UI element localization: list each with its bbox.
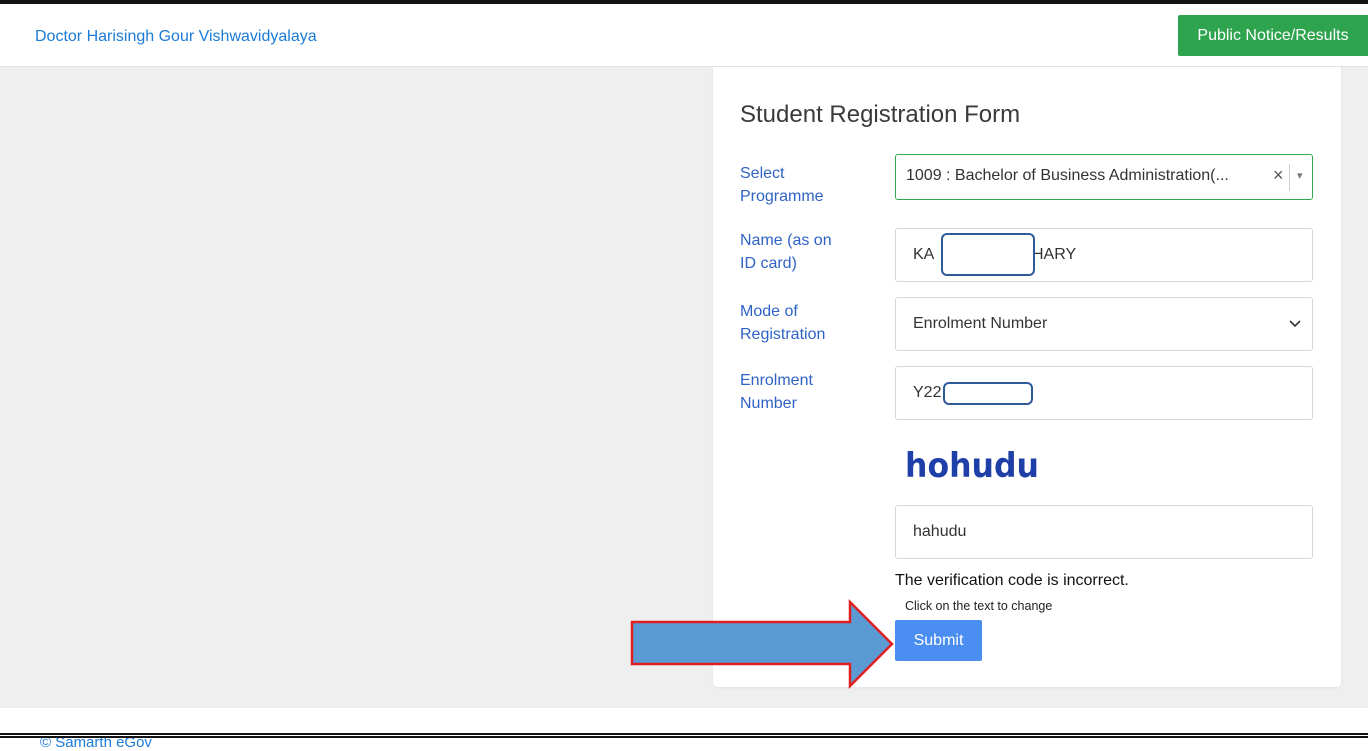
navbar: Doctor Harisingh Gour Vishwavidyalaya Pu… (0, 4, 1368, 67)
arrow-annotation-icon (630, 598, 894, 690)
public-notice-results-button[interactable]: Public Notice/Results (1178, 15, 1368, 56)
brand-link[interactable]: Doctor Harisingh Gour Vishwavidyalaya (35, 28, 317, 46)
captcha-image[interactable]: hohudu (905, 444, 1045, 484)
enrolment-input[interactable]: Y22 (895, 366, 1313, 420)
captcha-input[interactable]: hahudu (895, 505, 1313, 559)
name-label: Name (as on ID card) (740, 232, 832, 272)
clear-selection-icon[interactable]: × (1273, 165, 1284, 186)
captcha-hint: Click on the text to change (905, 599, 1053, 613)
programme-selected-value: 1009 : Bachelor of Business Administrati… (906, 167, 1229, 184)
chevron-down-icon (1289, 320, 1301, 328)
bottom-border (0, 733, 1368, 738)
captcha-text: hohudu (905, 446, 1039, 484)
name-value-start: KA (913, 246, 935, 263)
captcha-error-message: The verification code is incorrect. (895, 572, 1129, 589)
enrolment-value-start: Y22 (913, 384, 942, 401)
name-input[interactable]: KA HARY (895, 228, 1313, 282)
mode-selected-value: Enrolment Number (913, 315, 1048, 332)
redaction-box (941, 233, 1035, 276)
submit-button[interactable]: Submit (895, 620, 982, 661)
programme-select[interactable]: 1009 : Bachelor of Business Administrati… (895, 154, 1313, 200)
programme-label: Select Programme (740, 165, 824, 205)
select-divider (1289, 164, 1290, 191)
caret-down-icon[interactable]: ▾ (1297, 169, 1303, 182)
mode-label: Mode of Registration (740, 303, 826, 343)
captcha-input-value: hahudu (913, 523, 967, 540)
registration-card: Student Registration Form Select Program… (713, 67, 1341, 687)
enrolment-label: Enrolment Number (740, 372, 813, 412)
name-value-end: HARY (1032, 246, 1077, 263)
mode-select[interactable]: Enrolment Number (895, 297, 1313, 351)
footer: © Samarth eGov (0, 708, 1368, 751)
form-title: Student Registration Form (740, 101, 1021, 128)
redaction-box (943, 382, 1033, 405)
